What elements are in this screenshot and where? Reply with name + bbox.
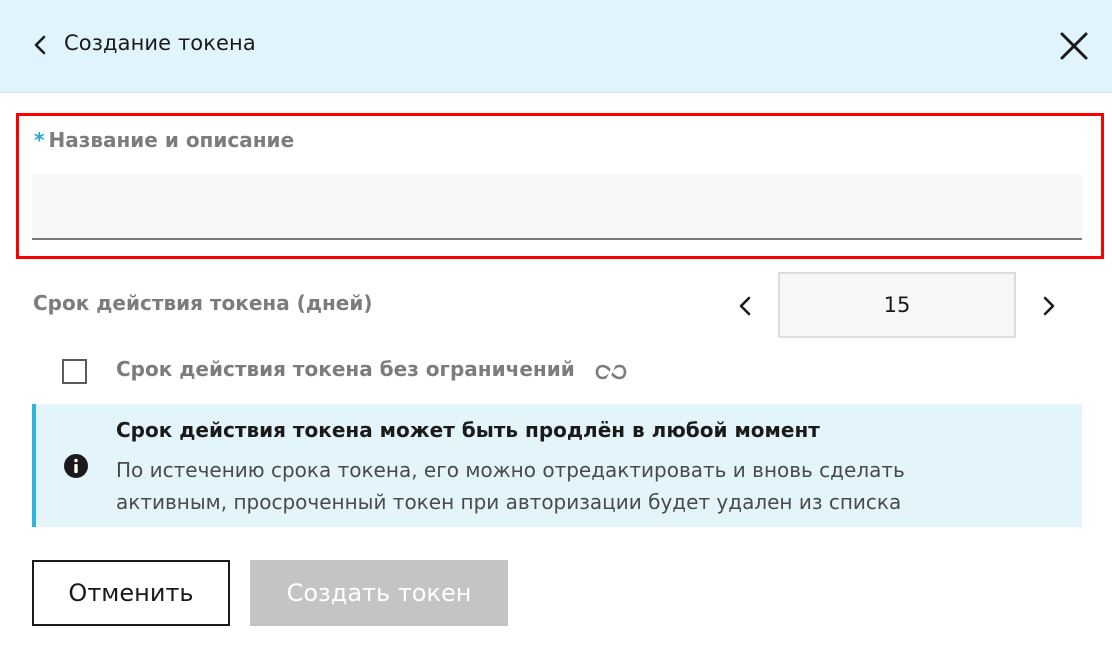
name-field-label-text: Название и описание [48, 128, 295, 152]
close-icon[interactable] [1058, 30, 1090, 62]
info-icon [64, 454, 88, 478]
info-text: По истечению срока токена, его можно отр… [116, 458, 905, 514]
chevron-right-icon[interactable] [1038, 293, 1060, 319]
chevron-left-icon[interactable] [30, 33, 50, 57]
unlimited-checkbox[interactable] [62, 359, 87, 384]
chevron-left-icon[interactable] [734, 293, 756, 319]
days-input[interactable] [778, 272, 1016, 338]
cancel-button[interactable]: Отменить [32, 560, 230, 626]
create-token-button[interactable]: Создать токен [250, 560, 508, 626]
name-input[interactable] [32, 174, 1082, 240]
term-label: Срок действия токена (дней) [33, 291, 373, 315]
unlimited-label[interactable]: Срок действия токена без ограничений [116, 357, 575, 381]
dialog-header: Создание токена [0, 0, 1112, 93]
name-field-label: * Название и описание [34, 128, 294, 152]
dialog-title: Создание токена [64, 31, 256, 55]
info-title: Срок действия токена может быть продлён … [116, 418, 820, 442]
infinity-icon [595, 362, 627, 382]
required-mark: * [34, 128, 45, 152]
